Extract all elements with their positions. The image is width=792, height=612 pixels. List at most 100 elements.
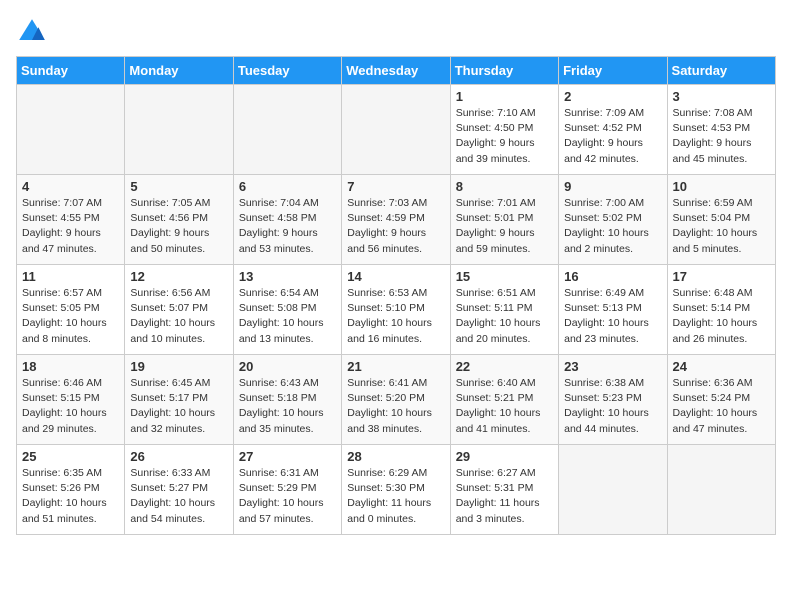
day-detail: Sunrise: 6:31 AM Sunset: 5:29 PM Dayligh… (239, 466, 336, 527)
calendar-cell: 27 Sunrise: 6:31 AM Sunset: 5:29 PM Dayli… (233, 445, 341, 535)
day-detail: Sunrise: 6:56 AM Sunset: 5:07 PM Dayligh… (130, 286, 227, 347)
calendar-cell: 10 Sunrise: 6:59 AM Sunset: 5:04 PM Dayli… (667, 175, 775, 265)
day-of-week-header: Saturday (667, 57, 775, 85)
calendar-cell: 24Sunrise: 6:36 AM Sunset: 5:24 PM Dayli… (667, 355, 775, 445)
logo (16, 16, 52, 48)
day-detail: Sunrise: 6:38 AM Sunset: 5:23 PM Dayligh… (564, 376, 661, 437)
calendar-cell (17, 85, 125, 175)
calendar-cell: 11 Sunrise: 6:57 AM Sunset: 5:05 PM Dayli… (17, 265, 125, 355)
page-header (16, 16, 776, 48)
day-number: 14 (347, 269, 444, 284)
day-number: 28 (347, 449, 444, 464)
calendar-week-row: 18Sunrise: 6:46 AM Sunset: 5:15 PM Dayli… (17, 355, 776, 445)
day-number: 13 (239, 269, 336, 284)
day-number: 9 (564, 179, 661, 194)
day-number: 8 (456, 179, 553, 194)
calendar-cell: 26 Sunrise: 6:33 AM Sunset: 5:27 PM Dayli… (125, 445, 233, 535)
day-detail: Sunrise: 6:54 AM Sunset: 5:08 PM Dayligh… (239, 286, 336, 347)
day-of-week-header: Tuesday (233, 57, 341, 85)
calendar-cell: 22 Sunrise: 6:40 AM Sunset: 5:21 PM Dayli… (450, 355, 558, 445)
calendar-table: SundayMondayTuesdayWednesdayThursdayFrid… (16, 56, 776, 535)
day-detail: Sunrise: 7:03 AM Sunset: 4:59 PM Dayligh… (347, 196, 444, 257)
day-number: 19 (130, 359, 227, 374)
calendar-cell: 15 Sunrise: 6:51 AM Sunset: 5:11 PM Dayli… (450, 265, 558, 355)
day-detail: Sunrise: 6:29 AM Sunset: 5:30 PM Dayligh… (347, 466, 444, 527)
day-detail: Sunrise: 6:43 AM Sunset: 5:18 PM Dayligh… (239, 376, 336, 437)
day-number: 5 (130, 179, 227, 194)
calendar-cell: 7 Sunrise: 7:03 AM Sunset: 4:59 PM Daylig… (342, 175, 450, 265)
calendar-cell: 17 Sunrise: 6:48 AM Sunset: 5:14 PM Dayli… (667, 265, 775, 355)
day-detail: Sunrise: 7:04 AM Sunset: 4:58 PM Dayligh… (239, 196, 336, 257)
calendar-cell: 3 Sunrise: 7:08 AM Sunset: 4:53 PM Daylig… (667, 85, 775, 175)
day-number: 29 (456, 449, 553, 464)
day-number: 20 (239, 359, 336, 374)
day-number: 17 (673, 269, 770, 284)
day-detail: Sunrise: 7:08 AM Sunset: 4:53 PM Dayligh… (673, 106, 770, 167)
calendar-cell: 29Sunrise: 6:27 AM Sunset: 5:31 PM Dayli… (450, 445, 558, 535)
day-number: 4 (22, 179, 119, 194)
calendar-cell: 1 Sunrise: 7:10 AM Sunset: 4:50 PM Daylig… (450, 85, 558, 175)
day-number: 22 (456, 359, 553, 374)
calendar-cell: 25 Sunrise: 6:35 AM Sunset: 5:26 PM Dayli… (17, 445, 125, 535)
day-detail: Sunrise: 6:35 AM Sunset: 5:26 PM Dayligh… (22, 466, 119, 527)
calendar-cell: 14 Sunrise: 6:53 AM Sunset: 5:10 PM Dayli… (342, 265, 450, 355)
day-number: 24 (673, 359, 770, 374)
day-detail: Sunrise: 6:45 AM Sunset: 5:17 PM Dayligh… (130, 376, 227, 437)
day-number: 10 (673, 179, 770, 194)
calendar-week-row: 4 Sunrise: 7:07 AM Sunset: 4:55 PM Daylig… (17, 175, 776, 265)
day-detail: Sunrise: 6:53 AM Sunset: 5:10 PM Dayligh… (347, 286, 444, 347)
logo-icon (16, 16, 48, 48)
day-number: 15 (456, 269, 553, 284)
calendar-header-row: SundayMondayTuesdayWednesdayThursdayFrid… (17, 57, 776, 85)
day-number: 1 (456, 89, 553, 104)
calendar-cell: 19 Sunrise: 6:45 AM Sunset: 5:17 PM Dayli… (125, 355, 233, 445)
day-number: 11 (22, 269, 119, 284)
day-number: 18 (22, 359, 119, 374)
calendar-cell (233, 85, 341, 175)
day-detail: Sunrise: 7:09 AM Sunset: 4:52 PM Dayligh… (564, 106, 661, 167)
day-of-week-header: Sunday (17, 57, 125, 85)
day-number: 23 (564, 359, 661, 374)
calendar-cell: 28 Sunrise: 6:29 AM Sunset: 5:30 PM Dayli… (342, 445, 450, 535)
day-of-week-header: Wednesday (342, 57, 450, 85)
day-detail: Sunrise: 7:05 AM Sunset: 4:56 PM Dayligh… (130, 196, 227, 257)
calendar-week-row: 25 Sunrise: 6:35 AM Sunset: 5:26 PM Dayli… (17, 445, 776, 535)
day-number: 25 (22, 449, 119, 464)
day-detail: Sunrise: 7:01 AM Sunset: 5:01 PM Dayligh… (456, 196, 553, 257)
day-detail: Sunrise: 6:51 AM Sunset: 5:11 PM Dayligh… (456, 286, 553, 347)
calendar-cell: 4 Sunrise: 7:07 AM Sunset: 4:55 PM Daylig… (17, 175, 125, 265)
day-number: 12 (130, 269, 227, 284)
day-detail: Sunrise: 6:40 AM Sunset: 5:21 PM Dayligh… (456, 376, 553, 437)
calendar-cell: 9 Sunrise: 7:00 AM Sunset: 5:02 PM Daylig… (559, 175, 667, 265)
day-number: 2 (564, 89, 661, 104)
calendar-cell: 21Sunrise: 6:41 AM Sunset: 5:20 PM Dayli… (342, 355, 450, 445)
calendar-cell: 13 Sunrise: 6:54 AM Sunset: 5:08 PM Dayli… (233, 265, 341, 355)
day-detail: Sunrise: 6:49 AM Sunset: 5:13 PM Dayligh… (564, 286, 661, 347)
calendar-week-row: 11 Sunrise: 6:57 AM Sunset: 5:05 PM Dayli… (17, 265, 776, 355)
calendar-cell: 18Sunrise: 6:46 AM Sunset: 5:15 PM Dayli… (17, 355, 125, 445)
day-number: 27 (239, 449, 336, 464)
calendar-cell (559, 445, 667, 535)
calendar-cell: 12 Sunrise: 6:56 AM Sunset: 5:07 PM Dayli… (125, 265, 233, 355)
day-detail: Sunrise: 6:57 AM Sunset: 5:05 PM Dayligh… (22, 286, 119, 347)
calendar-cell: 5 Sunrise: 7:05 AM Sunset: 4:56 PM Daylig… (125, 175, 233, 265)
day-number: 6 (239, 179, 336, 194)
calendar-cell (342, 85, 450, 175)
day-detail: Sunrise: 7:00 AM Sunset: 5:02 PM Dayligh… (564, 196, 661, 257)
calendar-cell (125, 85, 233, 175)
day-number: 3 (673, 89, 770, 104)
day-number: 16 (564, 269, 661, 284)
calendar-cell: 16 Sunrise: 6:49 AM Sunset: 5:13 PM Dayli… (559, 265, 667, 355)
day-number: 26 (130, 449, 227, 464)
calendar-cell: 8 Sunrise: 7:01 AM Sunset: 5:01 PM Daylig… (450, 175, 558, 265)
day-of-week-header: Monday (125, 57, 233, 85)
calendar-cell: 6 Sunrise: 7:04 AM Sunset: 4:58 PM Daylig… (233, 175, 341, 265)
day-number: 7 (347, 179, 444, 194)
day-detail: Sunrise: 6:59 AM Sunset: 5:04 PM Dayligh… (673, 196, 770, 257)
calendar-week-row: 1 Sunrise: 7:10 AM Sunset: 4:50 PM Daylig… (17, 85, 776, 175)
day-detail: Sunrise: 7:10 AM Sunset: 4:50 PM Dayligh… (456, 106, 553, 167)
day-detail: Sunrise: 6:48 AM Sunset: 5:14 PM Dayligh… (673, 286, 770, 347)
day-detail: Sunrise: 7:07 AM Sunset: 4:55 PM Dayligh… (22, 196, 119, 257)
day-number: 21 (347, 359, 444, 374)
day-detail: Sunrise: 6:33 AM Sunset: 5:27 PM Dayligh… (130, 466, 227, 527)
